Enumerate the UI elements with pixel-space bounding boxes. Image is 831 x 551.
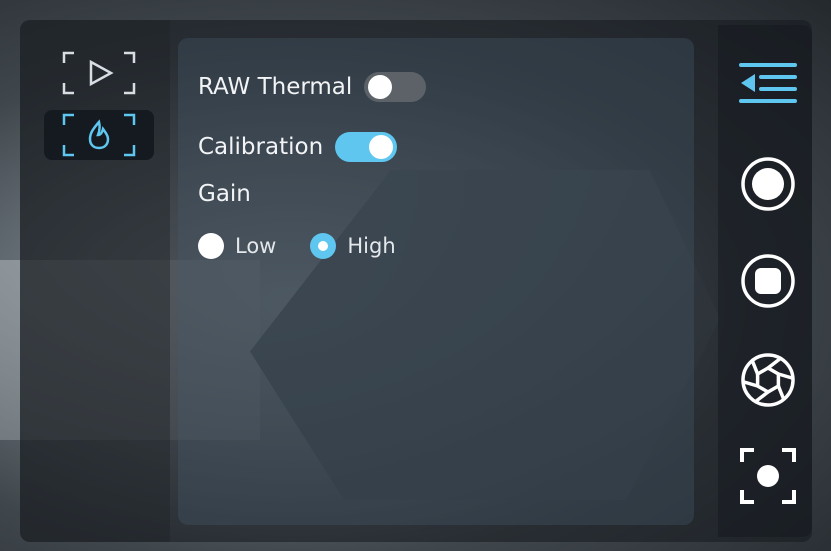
mode-button-thermal[interactable]	[44, 110, 154, 160]
stop-icon	[741, 254, 795, 308]
aperture-icon	[741, 353, 795, 407]
gain-label: Gain	[198, 181, 251, 207]
stop-button[interactable]	[722, 235, 814, 327]
calibration-toggle[interactable]	[335, 132, 398, 162]
radio-button	[310, 233, 337, 259]
toggle-knob	[369, 135, 394, 159]
calibration-row: Calibration	[198, 132, 398, 162]
record-icon	[741, 157, 795, 211]
collapse-menu-button[interactable]	[722, 38, 814, 130]
mode-bar	[20, 20, 170, 542]
mode-button-video[interactable]	[44, 48, 154, 98]
calibration-label: Calibration	[198, 134, 324, 160]
gain-option-label: Low	[235, 234, 277, 258]
focus-capture-button[interactable]	[722, 430, 814, 522]
gain-option-high[interactable]: High	[310, 233, 396, 259]
gain-row: Gain	[198, 181, 251, 207]
aperture-button[interactable]	[722, 334, 814, 426]
raw-thermal-row: RAW Thermal	[198, 72, 427, 102]
gain-options: Low High	[198, 233, 430, 259]
thermal-flame-icon	[62, 113, 136, 157]
toggle-knob	[368, 75, 393, 99]
gain-option-label: High	[347, 234, 396, 258]
focus-capture-icon	[740, 448, 796, 504]
menu-collapse-icon	[739, 63, 797, 103]
record-button[interactable]	[722, 138, 814, 230]
radio-button	[198, 233, 224, 259]
thermal-settings-panel	[178, 38, 694, 525]
video-play-icon	[62, 51, 136, 95]
raw-thermal-label: RAW Thermal	[198, 74, 353, 100]
raw-thermal-toggle[interactable]	[364, 72, 427, 102]
gain-option-low[interactable]: Low	[198, 233, 276, 259]
